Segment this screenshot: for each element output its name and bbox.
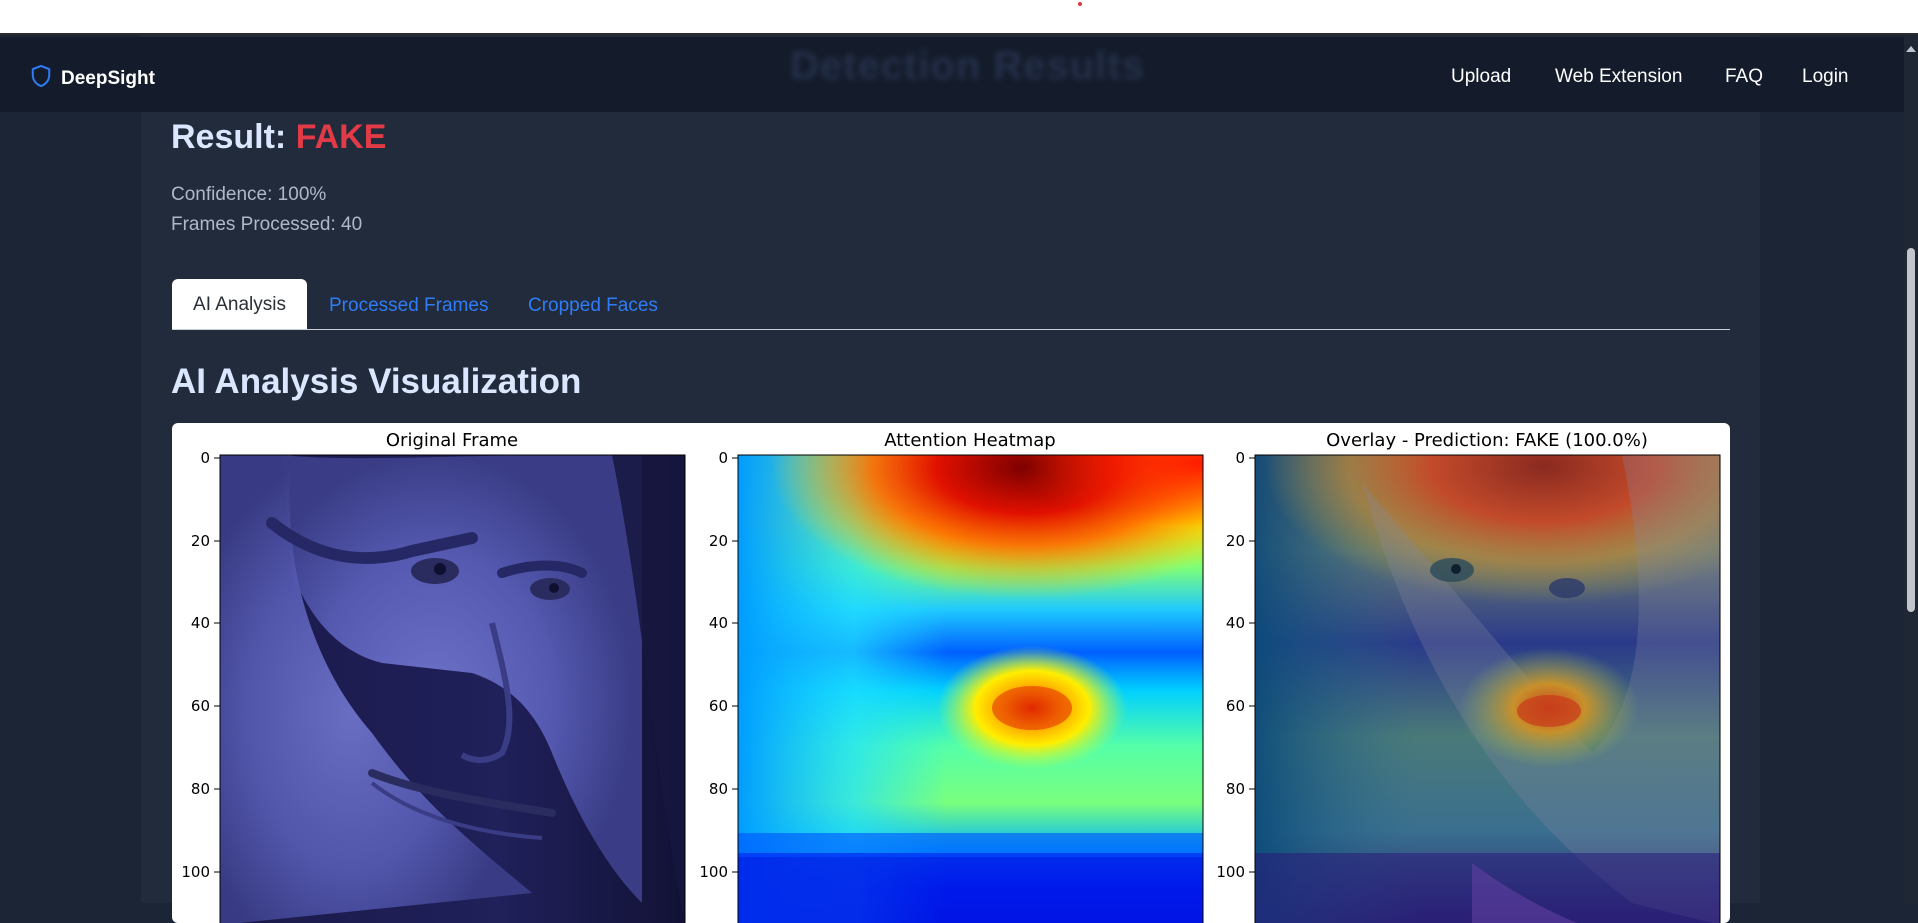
- result-heading: Result: FAKE: [171, 118, 386, 157]
- y-tick-label: 0: [200, 449, 210, 467]
- nav-upload[interactable]: Upload: [1451, 66, 1511, 88]
- y-tick-label: 40: [1226, 614, 1245, 632]
- panel-title-original: Original Frame: [386, 430, 518, 451]
- brand-logo[interactable]: DeepSight: [30, 64, 155, 93]
- result-value: FAKE: [295, 118, 387, 156]
- y-tick-label: 80: [191, 780, 210, 798]
- nav-faq[interactable]: FAQ: [1725, 66, 1763, 88]
- y-tick-label: 20: [1226, 532, 1245, 550]
- shield-icon: [30, 64, 52, 93]
- nav-login[interactable]: Login: [1802, 66, 1849, 88]
- result-label: Result:: [171, 118, 296, 156]
- figure-svg: Original Frame Attention Heatmap Overlay…: [181, 430, 1721, 923]
- recording-dot-icon: [1078, 2, 1082, 6]
- brand-name: DeepSight: [61, 67, 155, 89]
- y-tick-label: 40: [191, 614, 210, 632]
- y-tick-label: 80: [709, 780, 728, 798]
- panel-title-heatmap: Attention Heatmap: [884, 430, 1055, 451]
- y-tick-label: 20: [191, 532, 210, 550]
- background-page-title: Detection Results: [790, 44, 1145, 88]
- frames-processed-text: Frames Processed: 40: [171, 214, 363, 235]
- y-tick-label: 60: [191, 697, 210, 715]
- browser-top-strip: [0, 0, 1918, 35]
- panel-original-frame: [220, 455, 685, 923]
- y-tick-label: 0: [1235, 449, 1245, 467]
- panel-overlay: [1255, 455, 1720, 923]
- y-tick-label: 20: [709, 532, 728, 550]
- y-tick-label: 40: [709, 614, 728, 632]
- panel-title-overlay: Overlay - Prediction: FAKE (100.0%): [1326, 430, 1648, 451]
- y-tick-label: 60: [1226, 697, 1245, 715]
- scrollbar-thumb[interactable]: [1907, 248, 1915, 612]
- tab-cropped-faces[interactable]: Cropped Faces: [528, 295, 658, 317]
- y-tick-label: 100: [1216, 863, 1245, 881]
- y-tick-label: 0: [718, 449, 728, 467]
- nav-web-extension[interactable]: Web Extension: [1555, 66, 1682, 88]
- scroll-up-arrow-icon[interactable]: [1906, 46, 1916, 52]
- y-tick-label: 80: [1226, 780, 1245, 798]
- tab-processed-frames[interactable]: Processed Frames: [329, 295, 488, 317]
- visualization-figure: Original Frame Attention Heatmap Overlay…: [172, 423, 1730, 923]
- y-tick-label: 60: [709, 697, 728, 715]
- panel-attention-heatmap: [738, 455, 1203, 923]
- y-tick-label: 100: [181, 863, 210, 881]
- tab-underline: [172, 329, 1730, 330]
- confidence-text: Confidence: 100%: [171, 184, 327, 205]
- tab-ai-analysis[interactable]: AI Analysis: [172, 279, 307, 330]
- section-title: AI Analysis Visualization: [171, 362, 582, 401]
- y-tick-label: 100: [699, 863, 728, 881]
